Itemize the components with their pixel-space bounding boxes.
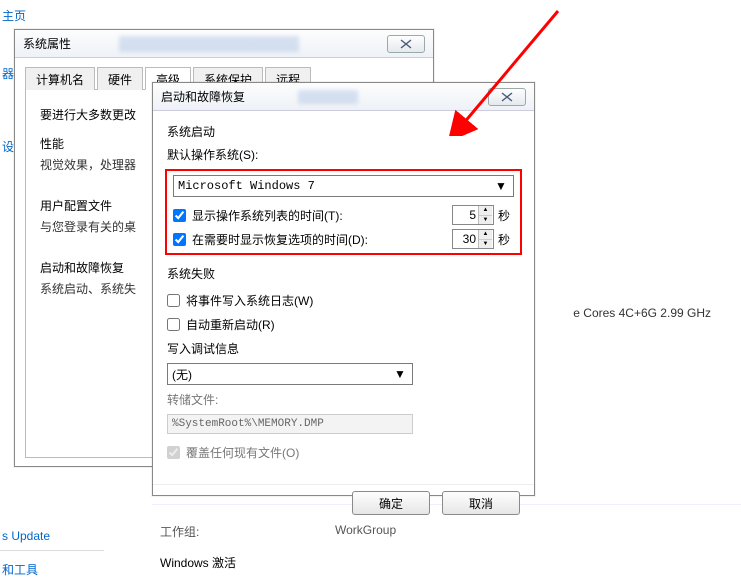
startup-recovery-title: 启动和故障恢复 — [161, 88, 292, 105]
seconds-unit: 秒 — [498, 231, 514, 248]
default-os-label: 默认操作系统(S): — [167, 146, 520, 163]
show-os-list-checkbox[interactable] — [173, 209, 186, 222]
close-button[interactable] — [387, 35, 425, 53]
show-os-list-label: 显示操作系统列表的时间(T): — [192, 207, 452, 224]
highlighted-region: Microsoft Windows 7 ▼ 显示操作系统列表的时间(T): ▲▼… — [165, 169, 522, 255]
startup-recovery-titlebar[interactable]: 启动和故障恢复 — [153, 83, 534, 111]
blurred-region — [298, 90, 358, 104]
chevron-down-icon: ▼ — [493, 178, 509, 194]
spin-down-icon[interactable]: ▼ — [479, 216, 492, 225]
sidebar-update[interactable]: s Update — [2, 529, 102, 543]
seconds-unit: 秒 — [498, 207, 514, 224]
tab-hardware[interactable]: 硬件 — [97, 67, 143, 90]
system-failure-group: 系统失败 — [167, 265, 520, 282]
sidebar-separator — [0, 550, 104, 551]
close-icon — [501, 92, 513, 102]
show-recovery-label: 在需要时显示恢复选项的时间(D): — [192, 231, 452, 248]
show-os-list-seconds-spinner[interactable]: ▲▼ — [452, 205, 494, 225]
cancel-button[interactable]: 取消 — [442, 491, 520, 515]
tab-computer-name[interactable]: 计算机名 — [25, 67, 95, 90]
spin-up-icon[interactable]: ▲ — [479, 230, 492, 240]
write-event-label: 将事件写入系统日志(W) — [186, 292, 313, 309]
chevron-down-icon: ▼ — [392, 366, 408, 382]
close-button[interactable] — [488, 88, 526, 106]
windows-activation-header: Windows 激活 — [160, 554, 236, 571]
spin-down-icon[interactable]: ▼ — [479, 240, 492, 249]
default-os-value: Microsoft Windows 7 — [178, 179, 315, 193]
overwrite-label: 覆盖任何现有文件(O) — [186, 444, 299, 461]
spin-up-icon[interactable]: ▲ — [479, 206, 492, 216]
auto-restart-label: 自动重新启动(R) — [186, 316, 275, 333]
system-startup-group: 系统启动 — [167, 123, 520, 140]
workgroup-label: 工作组: — [160, 523, 199, 540]
startup-recovery-dialog: 启动和故障恢复 系统启动 默认操作系统(S): Microsoft Window… — [152, 82, 535, 496]
dump-file-path-input — [167, 414, 413, 434]
debug-info-select[interactable]: (无) ▼ — [167, 363, 413, 385]
overwrite-checkbox — [167, 446, 180, 459]
debug-info-value: (无) — [172, 366, 192, 383]
debug-info-label: 写入调试信息 — [167, 340, 520, 357]
system-properties-title: 系统属性 — [23, 35, 111, 52]
write-event-checkbox[interactable] — [167, 294, 180, 307]
workgroup-value: WorkGroup — [335, 523, 396, 537]
sidebar-tools[interactable]: 和工具 — [2, 561, 102, 578]
show-recovery-checkbox[interactable] — [173, 233, 186, 246]
blurred-region — [119, 36, 299, 52]
show-os-list-seconds-input[interactable] — [453, 207, 478, 223]
dump-file-label: 转储文件: — [167, 391, 520, 408]
ok-button[interactable]: 确定 — [352, 491, 430, 515]
sidebar-home[interactable]: 主页 — [2, 7, 102, 24]
default-os-select[interactable]: Microsoft Windows 7 ▼ — [173, 175, 514, 197]
close-icon — [400, 39, 412, 49]
auto-restart-checkbox[interactable] — [167, 318, 180, 331]
show-recovery-seconds-input[interactable] — [453, 231, 478, 247]
show-recovery-seconds-spinner[interactable]: ▲▼ — [452, 229, 494, 249]
system-properties-titlebar[interactable]: 系统属性 — [15, 30, 433, 58]
cpu-info-text: e Cores 4C+6G 2.99 GHz — [573, 306, 711, 320]
